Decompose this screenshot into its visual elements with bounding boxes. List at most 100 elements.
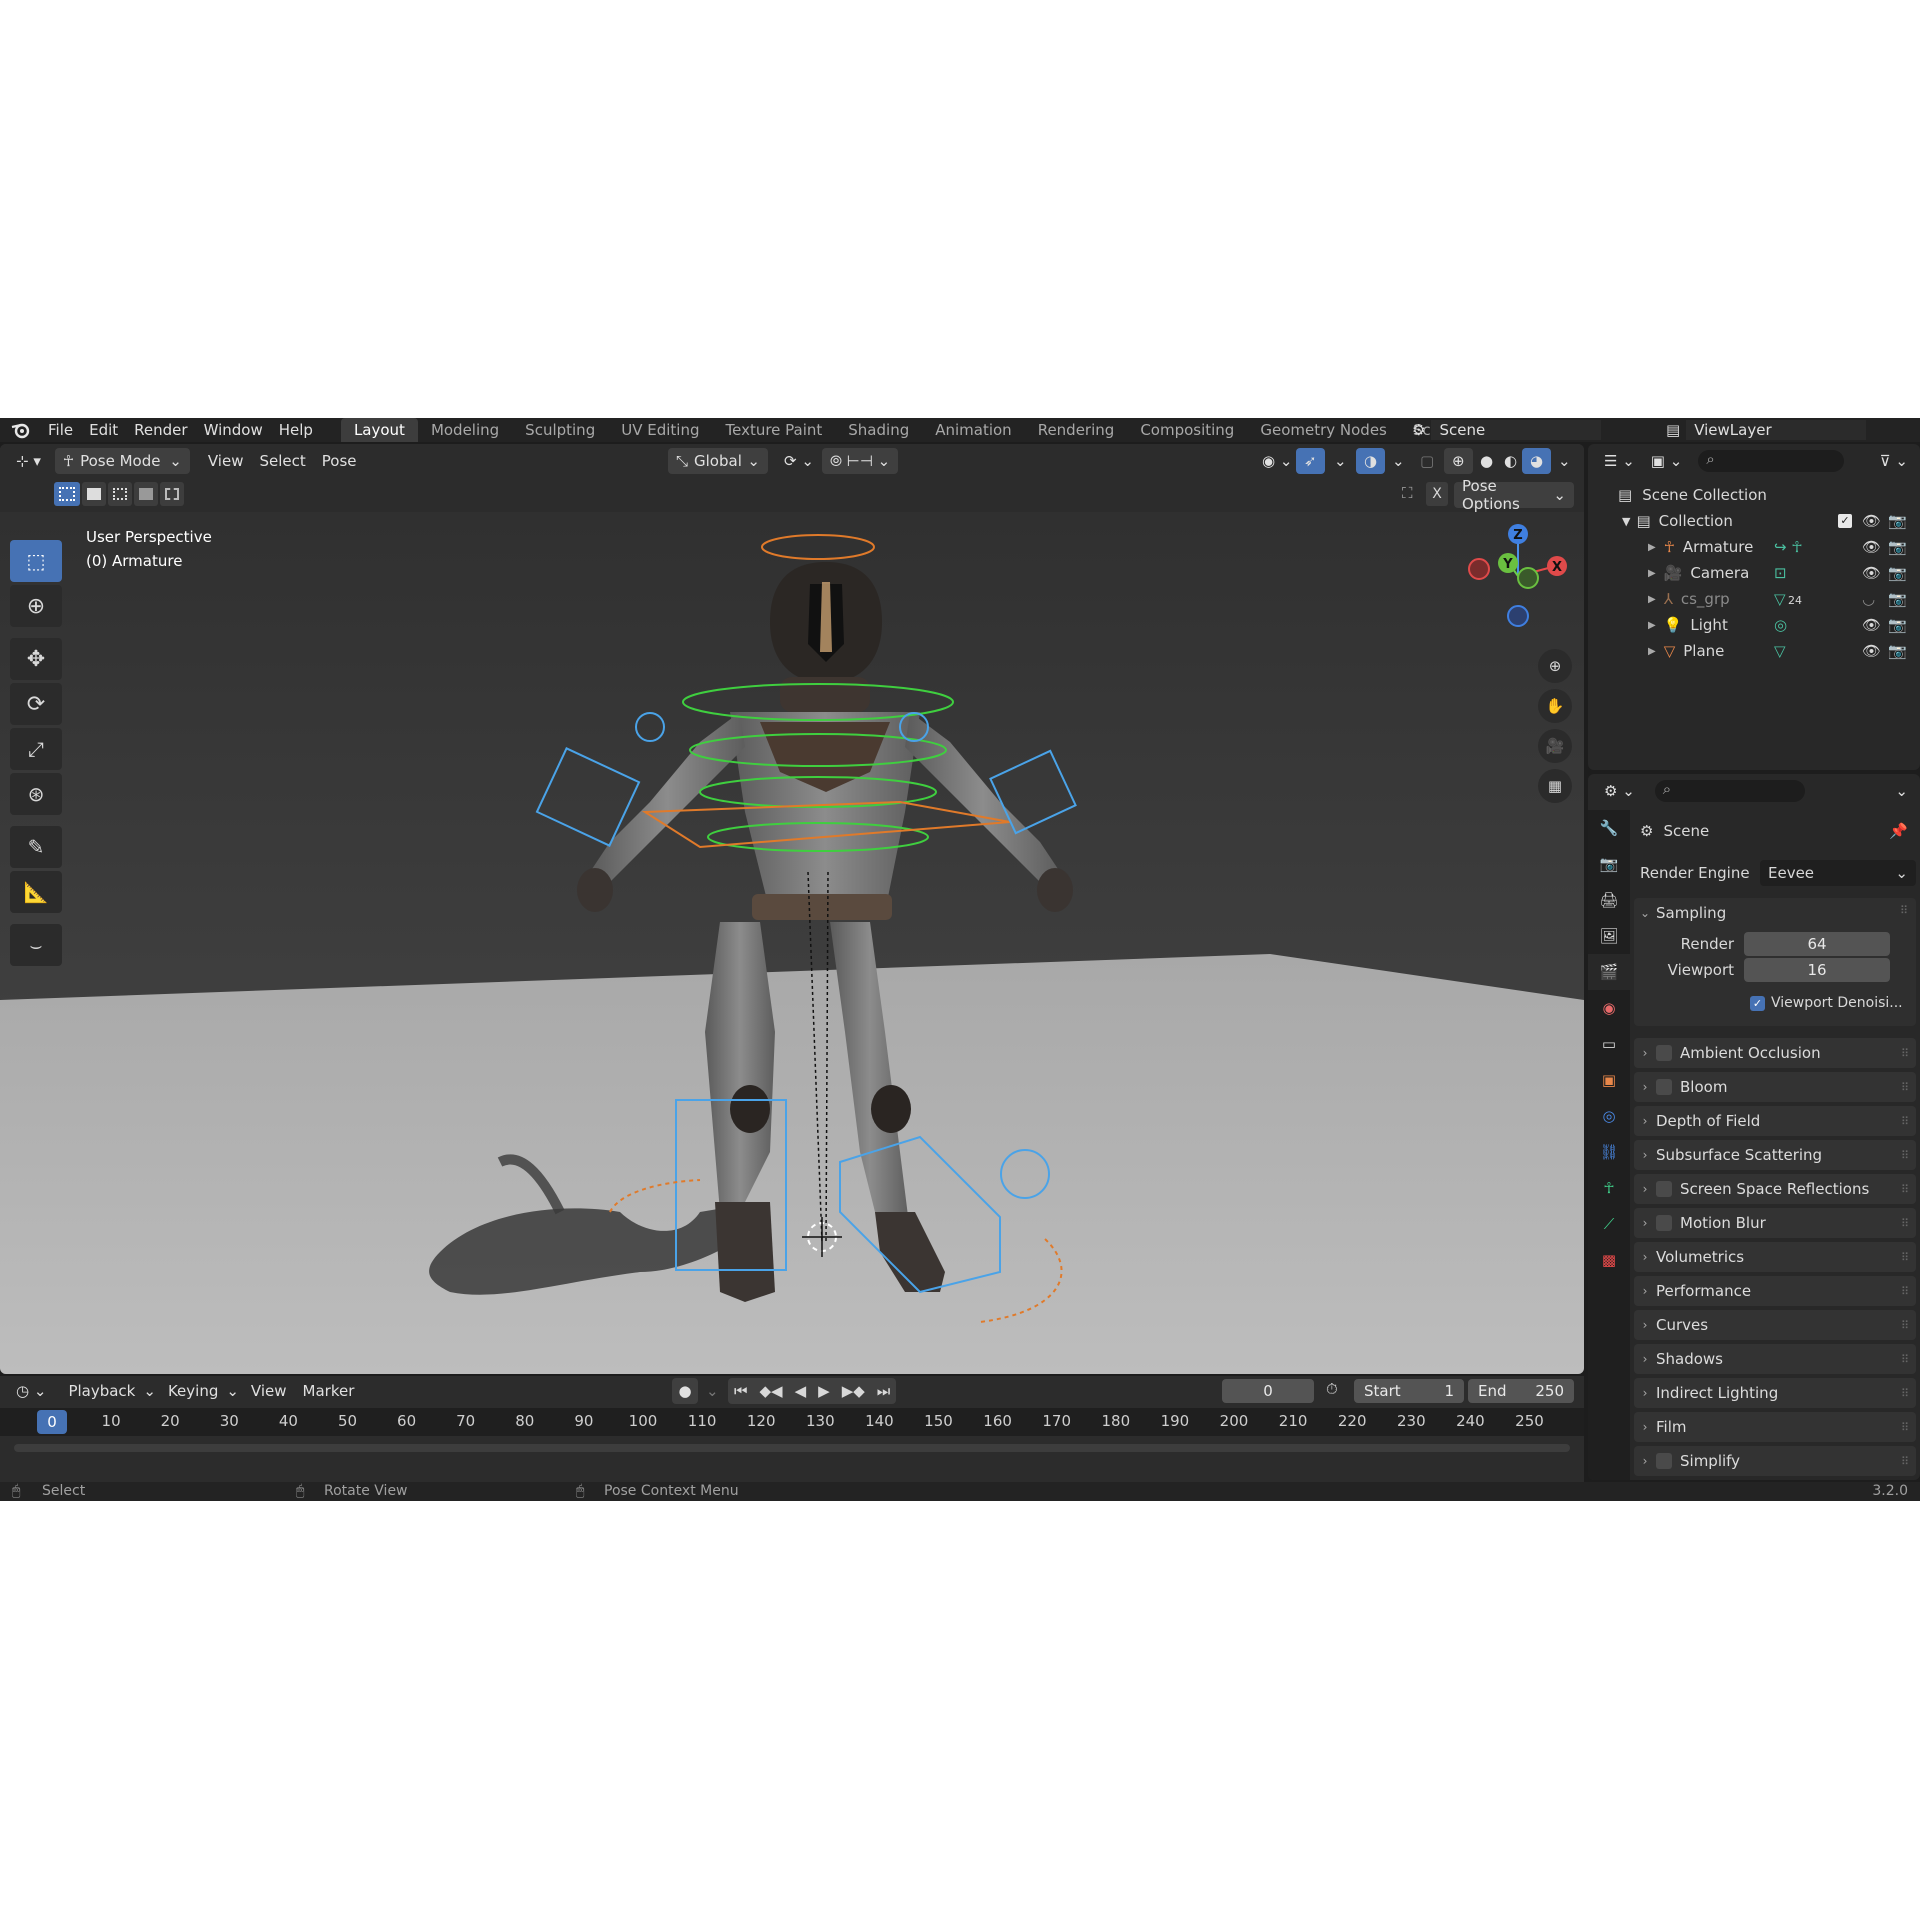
outliner-item-cs-grp[interactable]: ▶ ⅄ cs_grp ▽ 24 ◡ 📷 (1588, 586, 1920, 612)
panel-simplify[interactable]: › Simplify ⠿ (1634, 1446, 1916, 1476)
grip-icon[interactable]: ⠿ (1901, 1387, 1909, 1400)
workspace-tab-texture-paint[interactable]: Texture Paint (712, 418, 835, 442)
scale-tool[interactable]: ⤢ (10, 728, 62, 770)
grip-icon[interactable]: ⠿ (1901, 1115, 1909, 1128)
scene-name[interactable]: Scene (1431, 420, 1602, 440)
collection-row[interactable]: ▼ ▤ Collection ✓ 👁 📷 (1588, 508, 1920, 534)
expand-arrow-icon[interactable]: ▶ (1648, 542, 1656, 553)
transform-tool[interactable]: ⊛ (10, 773, 62, 815)
pan-view-button[interactable]: ✋ (1538, 689, 1572, 723)
next-keyframe-icon[interactable]: ▶◆ (836, 1382, 871, 1400)
workspace-tab-compositing[interactable]: Compositing (1127, 418, 1247, 442)
cursor-tool[interactable]: ⊕ (10, 585, 62, 627)
grip-icon[interactable]: ⠿ (1901, 1251, 1909, 1264)
frame-ruler[interactable]: 0 10 20 30 40 50 60 70 80 90 100 110 120 130 140 150 160… (0, 1408, 1584, 1436)
select-subtract-button[interactable] (108, 482, 132, 506)
stopwatch-icon[interactable]: ⏱ (1326, 1380, 1338, 1398)
scene-collection-row[interactable]: ▤ Scene Collection (1588, 482, 1920, 508)
select-box-tool[interactable]: ⬚ (10, 540, 62, 582)
panel-enable-checkbox[interactable] (1656, 1079, 1672, 1095)
expand-arrow-icon[interactable]: ▶ (1648, 620, 1656, 631)
grip-icon[interactable]: ⠿ (1901, 1183, 1909, 1196)
object-data-icon[interactable]: ▽ (1774, 590, 1786, 608)
object-data-icon[interactable]: ◎ (1774, 616, 1787, 634)
x-axis-toggle[interactable]: X (1426, 482, 1448, 506)
object-data-icon[interactable]: ▽ (1774, 642, 1786, 660)
workspace-tab-rendering[interactable]: Rendering (1025, 418, 1128, 442)
eye-icon[interactable]: 👁 (1862, 642, 1881, 660)
pivot-point-button[interactable]: ⟳ ⌄ (776, 448, 822, 474)
view-layer-name[interactable]: ViewLayer (1686, 420, 1867, 440)
workspace-tab-sculpting[interactable]: Sculpting (512, 418, 608, 442)
panel-bloom[interactable]: › Bloom ⠿ (1634, 1072, 1916, 1102)
playhead-frame-indicator[interactable]: 0 (37, 1410, 67, 1434)
grip-icon[interactable]: ⠿ (1901, 1047, 1909, 1060)
workspace-tab-animation[interactable]: Animation (922, 418, 1024, 442)
object-data-icon[interactable]: ↪ ☥ (1774, 538, 1803, 556)
panel-volumetrics[interactable]: › Volumetrics ⠿ (1634, 1242, 1916, 1272)
tab-physics[interactable]: ◎ (1588, 1098, 1630, 1134)
panel-screen-space-reflections[interactable]: › Screen Space Reflections ⠿ (1634, 1174, 1916, 1204)
workspace-tab-uv-editing[interactable]: UV Editing (608, 418, 712, 442)
eye-icon[interactable]: 👁 (1862, 564, 1881, 582)
panel-subsurface-scattering[interactable]: › Subsurface Scattering ⠿ (1634, 1140, 1916, 1170)
tab-texture[interactable]: ▩ (1588, 1242, 1630, 1278)
display-mode-button[interactable]: ▣ ⌄ (1643, 448, 1691, 474)
play-icon[interactable]: ▶ (812, 1382, 836, 1400)
expand-arrow-icon[interactable]: ▶ (1648, 646, 1656, 657)
tab-view-layer[interactable]: 🖼 (1588, 918, 1630, 954)
3d-viewport[interactable]: ⊹ ▾ ☥ Pose Mode ⌄ View Select Pose ⤡ Globa… (0, 444, 1584, 1374)
panel-depth-of-field[interactable]: › Depth of Field ⠿ (1634, 1106, 1916, 1136)
camera-render-icon[interactable]: 📷 (1888, 642, 1907, 660)
pose-options-dropdown[interactable]: Pose Options ⌄ (1454, 477, 1574, 513)
rotate-tool[interactable]: ⟳ (10, 683, 62, 725)
perspective-toggle-button[interactable]: ▦ (1538, 769, 1572, 803)
outliner-item-armature[interactable]: ▶ ☥ Armature ↪ ☥ 👁 📷 (1588, 534, 1920, 560)
tab-armature-data[interactable]: ☥ (1588, 1170, 1630, 1206)
timeline-menu-marker[interactable]: Marker (295, 1378, 363, 1404)
tab-scene[interactable]: 🎬 (1588, 954, 1630, 990)
panel-curves[interactable]: › Curves ⠿ (1634, 1310, 1916, 1340)
camera-view-button[interactable]: 🎥 (1538, 729, 1572, 763)
gizmo-toggle-button[interactable]: ➶ (1296, 448, 1325, 474)
start-frame-field[interactable]: Start 1 (1354, 1379, 1464, 1403)
blender-logo-icon[interactable] (8, 419, 34, 441)
tab-output[interactable]: 🖨 (1588, 882, 1630, 918)
properties-search-field[interactable]: ⌕ (1654, 780, 1805, 802)
render-samples-field[interactable]: 64 (1744, 932, 1890, 956)
tab-world[interactable]: ◉ (1588, 990, 1630, 1026)
keying-dropdown[interactable]: ⌄ (698, 1378, 727, 1404)
select-extend-button[interactable] (82, 482, 106, 506)
relax-pose-tool[interactable]: ⌣ (10, 924, 62, 966)
camera-render-icon[interactable]: 📷 (1888, 616, 1907, 634)
tab-constraints[interactable]: ⛓ (1588, 1134, 1630, 1170)
tab-object[interactable]: ▣ (1588, 1062, 1630, 1098)
panel-ambient-occlusion[interactable]: › Ambient Occlusion ⠿ (1634, 1038, 1916, 1068)
properties-editor-type-button[interactable]: ⚙ ⌄ (1596, 778, 1643, 804)
panel-enable-checkbox[interactable] (1656, 1215, 1672, 1231)
grip-icon[interactable]: ⠿ (1901, 1353, 1909, 1366)
timeline-editor-type-button[interactable]: ◷ ⌄ (8, 1378, 54, 1404)
play-reverse-icon[interactable]: ◀ (789, 1382, 813, 1400)
move-tool[interactable]: ✥ (10, 638, 62, 680)
filter-button[interactable]: ⊽ ⌄ (1872, 448, 1916, 474)
viewport-menu-select[interactable]: Select (251, 448, 313, 474)
menu-window[interactable]: Window (196, 421, 271, 439)
timeline-menu-playback[interactable]: Playback (60, 1378, 143, 1404)
panel-performance[interactable]: › Performance ⠿ (1634, 1276, 1916, 1306)
jump-end-icon[interactable]: ⏭ (871, 1382, 897, 1400)
jump-start-icon[interactable]: ⏮ (728, 1382, 754, 1400)
panel-film[interactable]: › Film ⠿ (1634, 1412, 1916, 1442)
viewport-samples-field[interactable]: 16 (1744, 958, 1890, 982)
view-layer-selector[interactable]: ▤ ViewLayer (1666, 418, 1867, 442)
workspace-tab-modeling[interactable]: Modeling (418, 418, 512, 442)
eye-icon[interactable]: 👁 (1862, 616, 1881, 634)
pin-icon[interactable]: 📌 (1889, 822, 1908, 840)
outliner-editor-type-button[interactable]: ☰ ⌄ (1596, 448, 1643, 474)
outliner-item-camera[interactable]: ▶ 🎥 Camera ⊡ 👁 📷 (1588, 560, 1920, 586)
viewport-denoise-row[interactable]: ✓ Viewport Denoisi... (1750, 992, 1903, 1014)
end-frame-field[interactable]: End 250 (1468, 1379, 1574, 1403)
tab-render[interactable]: 📷 (1588, 846, 1630, 882)
scene-render[interactable]: Z X Y (0, 512, 1584, 1374)
panel-enable-checkbox[interactable] (1656, 1453, 1672, 1469)
